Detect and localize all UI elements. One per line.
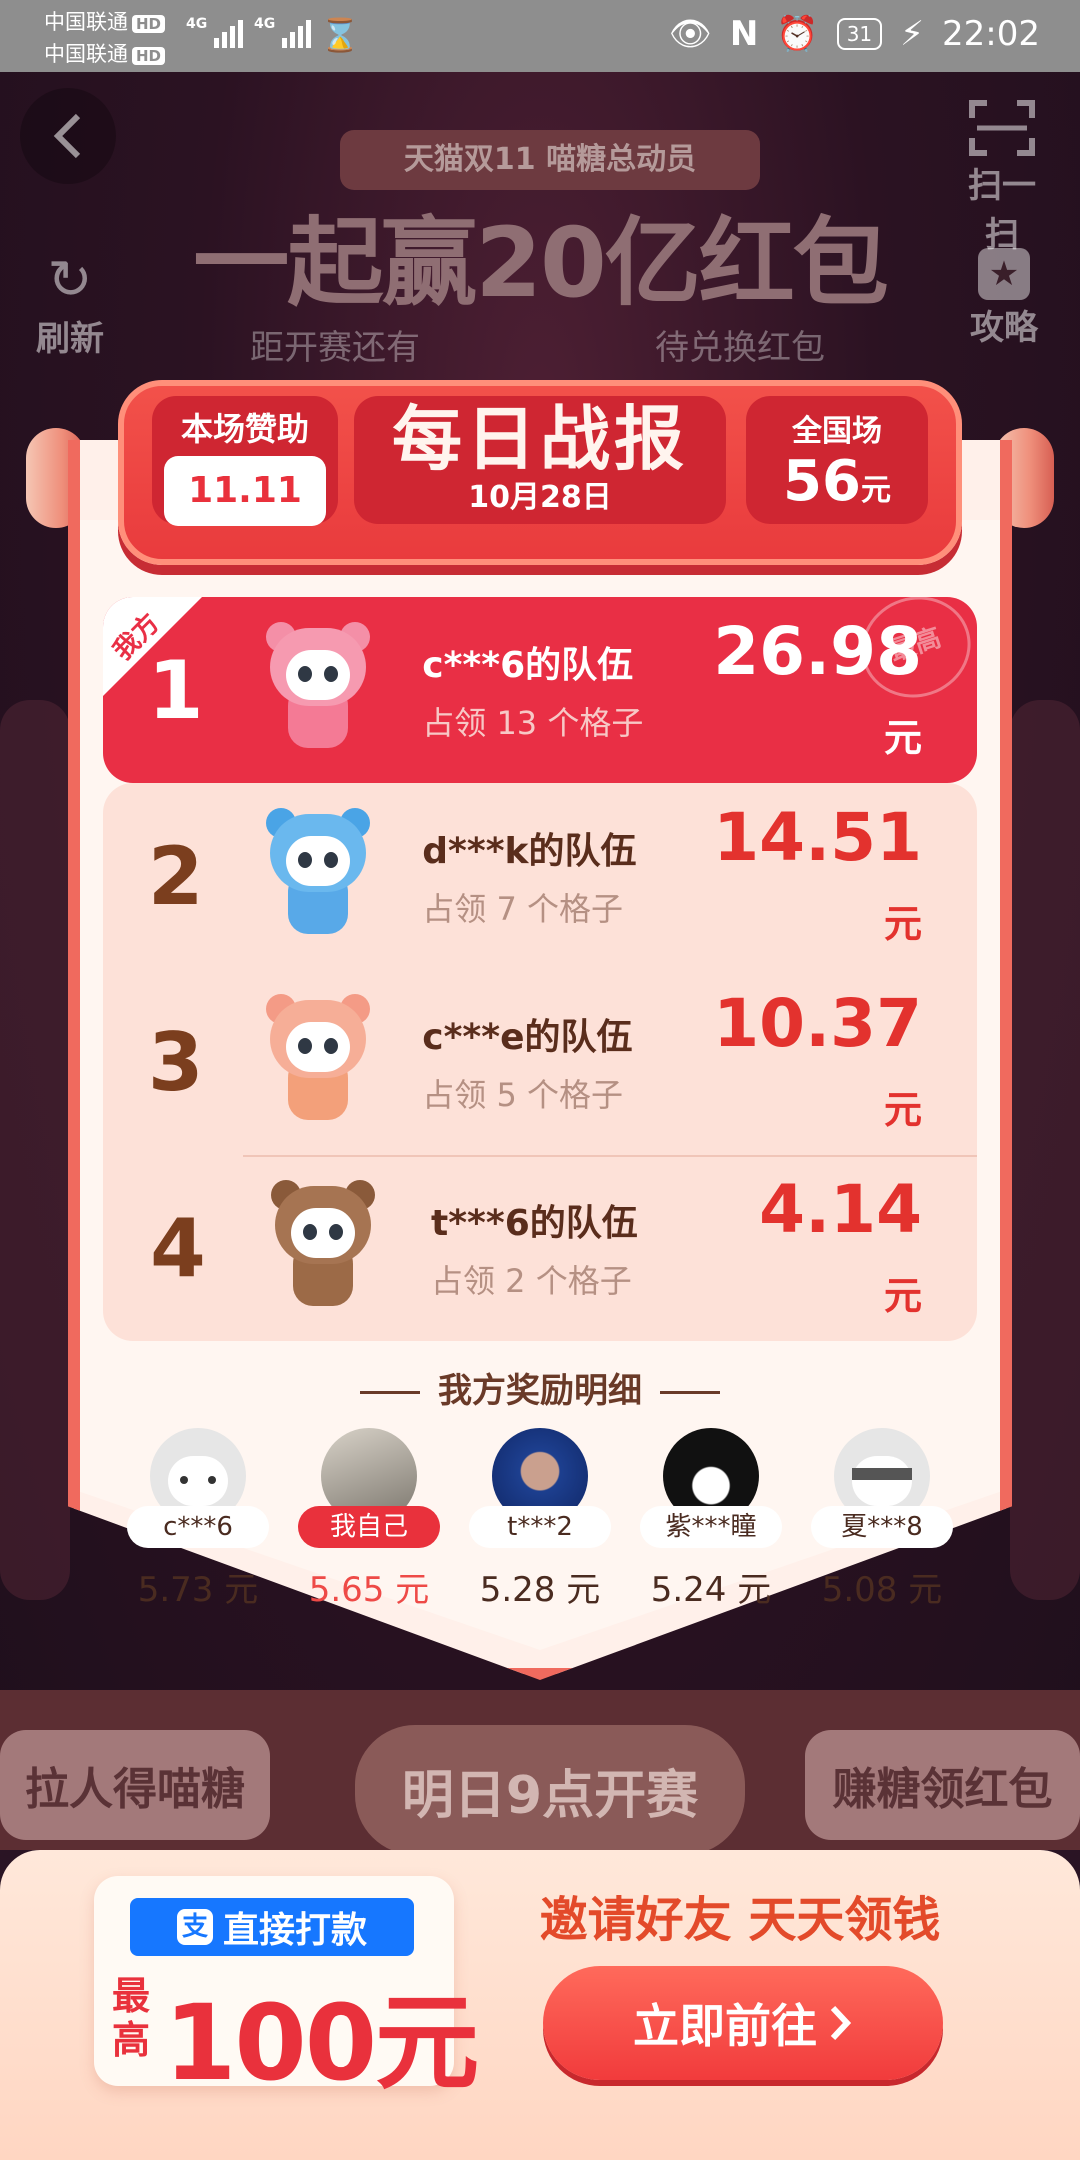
national-label: 全国场: [792, 414, 882, 449]
nfc-icon: N: [729, 14, 759, 54]
row-divider: [243, 1155, 977, 1157]
scan-icon: [969, 100, 1035, 156]
back-button[interactable]: [20, 88, 116, 184]
guide-button[interactable]: ★ 攻略: [954, 248, 1054, 349]
hourglass-icon: ⌛: [320, 16, 360, 54]
cat-mascot-pink: [248, 620, 384, 760]
sponsor-label: 本场赞助: [180, 410, 309, 448]
reward-amount: 5.08 元: [821, 1570, 943, 1610]
back-icon: [53, 113, 81, 159]
team-amount: 14.51元: [713, 799, 922, 946]
reward-item-self: 我自己 5.65 元: [284, 1428, 454, 1611]
team-name: t***6的队伍: [431, 1203, 638, 1244]
reward-amount: 5.65 元: [308, 1570, 430, 1610]
alarm-icon: ⏰: [776, 14, 819, 54]
star-icon: ★: [978, 248, 1030, 300]
team-cells: 占领 5 个格子: [422, 1076, 623, 1114]
reward-name: 我自己: [298, 1506, 440, 1548]
chevron-right-icon: [830, 2005, 852, 2041]
refresh-label: 刷新: [36, 319, 104, 359]
team-name: d***k的队伍: [422, 831, 637, 872]
earn-button[interactable]: 赚糖领红包: [805, 1730, 1080, 1840]
guide-label: 攻略: [970, 308, 1038, 348]
reward-name: t***2: [469, 1506, 611, 1548]
network-type-2: 4G: [254, 16, 276, 32]
pending-label: 待兑换红包: [655, 328, 825, 368]
team-cells: 占领 13 个格子: [422, 704, 644, 742]
rank-row: 我方 最高 1 c***6的队伍 占领 13 个格子 26.98元: [103, 582, 984, 783]
cat-mascot-peach: [248, 992, 384, 1132]
national-amount: 56元: [783, 449, 891, 514]
cat-mascot-brown: [253, 1178, 393, 1318]
refresh-button[interactable]: ↻ 刷新: [20, 248, 120, 360]
cat-mascot-blue: [248, 806, 384, 946]
go-now-button[interactable]: 立即前往: [543, 1966, 943, 2080]
national-box: 全国场 56元: [746, 396, 928, 524]
scan-label: 扫一扫: [968, 166, 1036, 255]
banner-subtitle: 天猫双11 喵糖总动员: [340, 130, 760, 190]
invite-button[interactable]: 拉人得喵糖: [0, 1730, 270, 1840]
alipay-icon: 支: [176, 1909, 213, 1945]
status-bar: 中国联通 HD 中国联通 HD 4G 4G ⌛ 👁 N ⏰ 31 ⚡ 22:02: [0, 0, 1080, 72]
sponsor-box: 本场赞助 11.11: [152, 396, 338, 526]
tmall-logo: 11.11: [164, 456, 326, 526]
rewards-list: c***6 5.73 元 我自己 5.65 元 t***2 5.28 元 紫**…: [113, 1428, 967, 1611]
report-title: 每日战报: [392, 398, 688, 480]
rank-row: 3 c***e的队伍 占领 5 个格子 10.37元: [103, 969, 977, 1155]
reward-amount: 5.73 元: [137, 1570, 259, 1610]
promo-title: 邀请好友 天天领钱: [539, 1892, 941, 1948]
reward-item: 夏***8 5.08 元: [797, 1428, 967, 1611]
battery-icon: 31: [836, 18, 883, 50]
team-name: c***6的队伍: [422, 645, 634, 686]
reward-item: c***6 5.73 元: [113, 1428, 283, 1611]
status-icons: 👁 N ⏰ 31 ⚡ 22:02: [669, 14, 1040, 54]
carrier-1: 中国联通 HD: [44, 6, 166, 36]
scan-button[interactable]: 扫一扫: [954, 98, 1050, 256]
refresh-icon: ↻: [47, 248, 93, 311]
promo-amount: 100元: [164, 1982, 479, 2104]
reward-name: 紫***瞳: [640, 1506, 782, 1548]
reward-amount: 5.24 元: [650, 1570, 772, 1610]
countdown-label: 距开赛还有: [250, 328, 420, 368]
title-box: 每日战报 10月28日: [354, 396, 726, 524]
charging-icon: ⚡: [900, 14, 925, 54]
team-name: c***e的队伍: [422, 1017, 633, 1058]
rank-number: 2: [147, 829, 204, 923]
banner-title: 一起赢20亿红包: [193, 207, 889, 319]
rewards-title: 我方奖励明细: [103, 1363, 977, 1412]
team-cells: 占领 2 个格子: [431, 1262, 632, 1300]
team-amount: 10.37元: [713, 985, 922, 1132]
reward-item: 紫***瞳 5.24 元: [626, 1428, 796, 1611]
promo-max-label: 最高: [112, 1974, 151, 2062]
start-button[interactable]: 明日9点开赛: [355, 1725, 745, 1855]
title-line-right: [660, 1391, 720, 1394]
rank-row: 4 t***6的队伍 占领 2 个格子 4.14元: [103, 1155, 977, 1341]
reward-name: c***6: [127, 1506, 269, 1548]
team-amount: 4.14元: [759, 1171, 922, 1318]
background-decoration-left: [0, 700, 70, 1600]
mine-badge: 我方: [103, 597, 203, 697]
rank-number: 4: [150, 1201, 206, 1295]
reward-name: 夏***8: [811, 1506, 953, 1548]
title-line-left: [360, 1391, 420, 1394]
network-type-1: 4G: [186, 16, 208, 32]
reward-item: t***2 5.28 元: [455, 1428, 625, 1611]
background-decoration-right: [1010, 700, 1080, 1600]
rank-number: 3: [147, 1015, 204, 1109]
eye-icon: 👁: [668, 14, 712, 54]
signal-icon-2: [282, 20, 311, 48]
carrier-2: 中国联通 HD: [44, 38, 166, 68]
ranking-list: 我方 最高 1 c***6的队伍 占领 13 个格子 26.98元 2 d***…: [103, 582, 984, 1341]
rank-row: 2 d***k的队伍 占领 7 个格子 14.51元: [103, 783, 977, 969]
clock: 22:02: [942, 14, 1040, 54]
team-cells: 占领 7 个格子: [422, 890, 623, 928]
reward-amount: 5.28 元: [479, 1570, 601, 1610]
signal-icon: [214, 20, 243, 48]
promo-tag: 支 直接打款: [130, 1898, 414, 1956]
